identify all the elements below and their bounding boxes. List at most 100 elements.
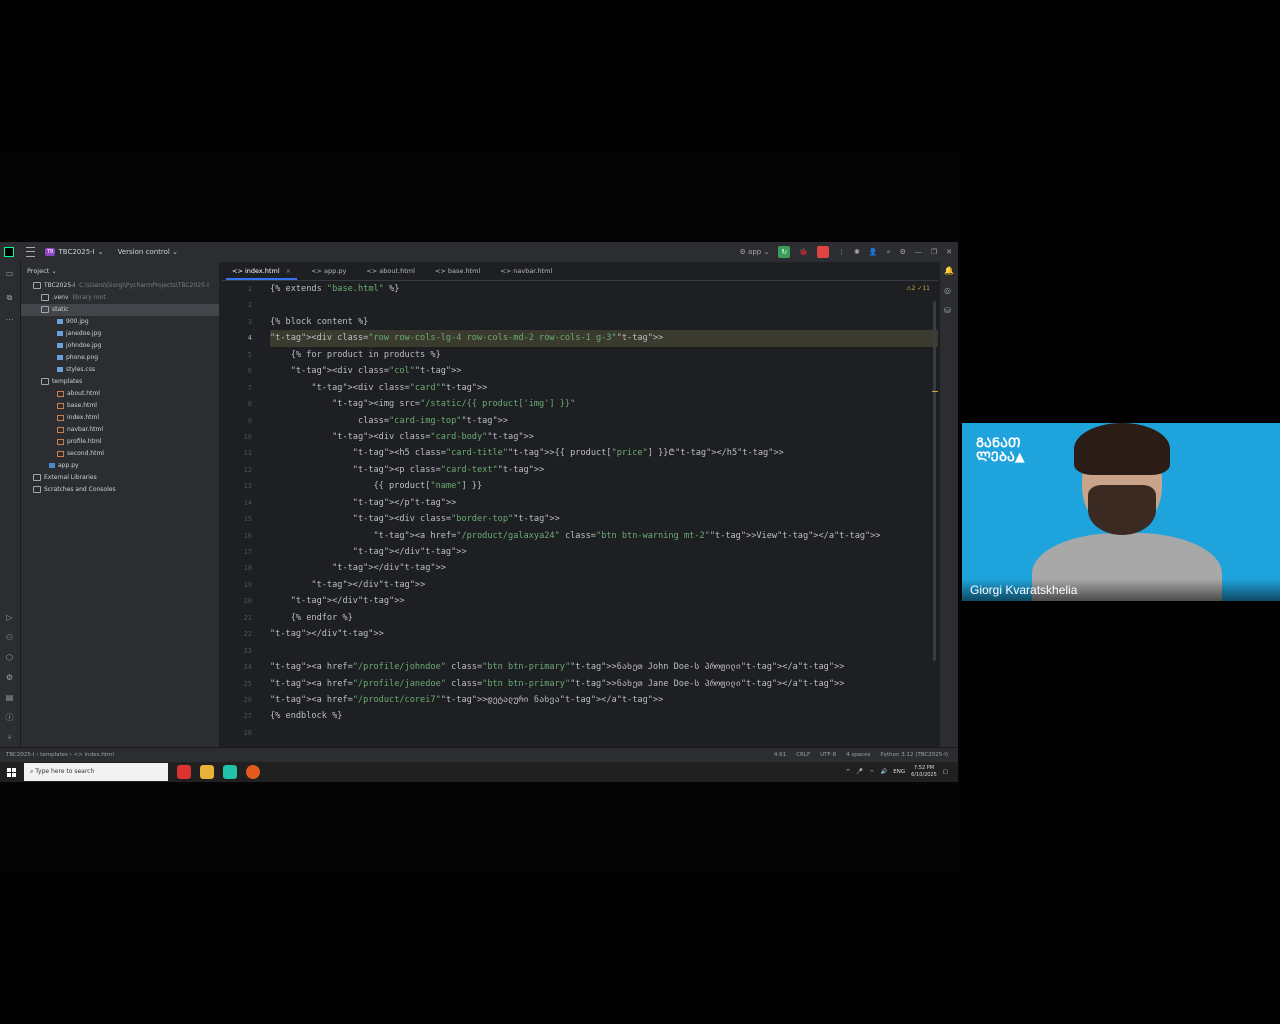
network-icon[interactable]: ⌔ [869, 769, 874, 776]
pycharm-taskbar-icon[interactable] [223, 765, 237, 779]
code-line[interactable]: {% endfor %} [270, 610, 938, 626]
code-line[interactable]: {% endblock %} [270, 708, 938, 724]
maximize-button[interactable]: ❐ [931, 248, 937, 256]
language-indicator[interactable]: ENG [893, 769, 905, 775]
code-line[interactable]: "t-tag"><a href="/product/corei7""t-tag"… [270, 692, 938, 708]
code-line[interactable]: "t-tag"></div"t-tag">> [270, 577, 938, 593]
taskbar-search-input[interactable]: ⌕ Type here to search [24, 763, 168, 781]
inspection-widget[interactable]: ⚠2 ✓11 [906, 285, 930, 292]
run-tool-icon[interactable]: ▷ [4, 612, 15, 623]
close-tab-icon[interactable]: × [286, 267, 291, 275]
code-line[interactable]: "t-tag"><a href="/product/galaxya24" cla… [270, 528, 938, 544]
code-line[interactable]: "t-tag"><p class="card-text""t-tag">> [270, 462, 938, 478]
code-line[interactable]: "t-tag"><div class="card-body""t-tag">> [270, 429, 938, 445]
project-panel-header[interactable]: Project ⌄ [21, 262, 219, 280]
code-line[interactable]: "t-tag"></div"t-tag">> [270, 544, 938, 560]
code-line[interactable]: "t-tag"><a href="/profile/johndoe" class… [270, 659, 938, 675]
windows-start-icon[interactable] [7, 767, 16, 777]
code-line[interactable]: "t-tag"></p"t-tag">> [270, 495, 938, 511]
rerun-button[interactable]: ↻ [778, 246, 791, 258]
more-icon[interactable]: ⋮ [838, 248, 845, 256]
firefox-icon[interactable] [246, 765, 260, 779]
volume-icon[interactable]: 🔊 [880, 769, 887, 775]
minimize-button[interactable]: — [915, 248, 922, 256]
tree-item[interactable]: templates [21, 376, 219, 388]
vivaldi-icon[interactable] [177, 765, 191, 779]
navigation-breadcrumb[interactable]: TBC2025-I › templates › <> index.html [6, 748, 114, 762]
tree-item[interactable]: TBC2025-I C:\Users\Giorgi\PycharmProjects… [21, 280, 219, 292]
python-interpreter[interactable]: Python 3.12 (TBC2025-I) [880, 748, 948, 762]
line-separator[interactable]: CRLF [796, 748, 810, 762]
file-explorer-icon[interactable] [200, 765, 214, 779]
database-icon[interactable]: ⛁ [944, 306, 951, 315]
tree-item[interactable]: phone.png [21, 352, 219, 364]
problems-icon[interactable]: ⓘ [4, 712, 15, 723]
code-line[interactable]: "t-tag"><div class="card""t-tag">> [270, 380, 938, 396]
tree-item[interactable]: styles.css [21, 364, 219, 376]
search-icon[interactable]: ⌕ [887, 248, 891, 257]
ai-assistant-icon[interactable]: ✺ [854, 248, 860, 256]
project-switcher[interactable]: TB TBC2025-I ⌄ [45, 248, 104, 256]
code-line[interactable]: "t-tag"></div"t-tag">> [270, 593, 938, 609]
tree-item[interactable]: 900.jpg [21, 316, 219, 328]
account-icon[interactable]: 👤 [869, 248, 878, 256]
code-line[interactable]: "t-tag"><div class="row row-cols-lg-4 ro… [270, 330, 938, 347]
tree-item[interactable]: johndoe.jpg [21, 340, 219, 352]
tree-item[interactable]: static [21, 304, 219, 316]
code-line[interactable]: "t-tag"><h5 class="card-title""t-tag">>{… [270, 445, 938, 461]
terminal-icon[interactable]: ▤ [4, 692, 15, 703]
code-line[interactable] [270, 643, 938, 659]
code-line[interactable]: "t-tag"><div class="col""t-tag">> [270, 363, 938, 379]
clock[interactable]: 7:52 PM 6/10/2025 [911, 765, 937, 779]
code-line[interactable] [270, 725, 938, 741]
editor-tab[interactable]: <> index.html × [222, 262, 301, 280]
code-line[interactable]: "t-tag"></div"t-tag">> [270, 626, 938, 642]
close-button[interactable]: ✕ [946, 248, 952, 256]
code-area[interactable]: {% extends "base.html" %} {% block conten… [270, 281, 938, 741]
tree-item[interactable]: profile.html [21, 436, 219, 448]
ai-chat-icon[interactable]: ◎ [944, 286, 951, 295]
indent-setting[interactable]: 4 spaces [846, 748, 870, 762]
tree-item[interactable]: second.html [21, 448, 219, 460]
tree-item[interactable]: Scratches and Consoles [21, 484, 219, 496]
file-encoding[interactable]: UTF-8 [820, 748, 836, 762]
packages-icon[interactable]: ⬡ [4, 652, 15, 663]
notifications-icon[interactable]: 🔔 [944, 266, 954, 275]
caret-position[interactable]: 4:61 [774, 748, 786, 762]
settings-icon[interactable]: ⚙ [900, 248, 906, 256]
project-tool-icon[interactable]: ▭ [4, 268, 15, 279]
editor-tab[interactable]: <> base.html [425, 262, 490, 280]
code-line[interactable] [270, 297, 938, 313]
code-line[interactable]: {{ product["name"] }} [270, 478, 938, 494]
code-line[interactable]: {% for product in products %} [270, 347, 938, 363]
code-line[interactable]: "t-tag"></div"t-tag">> [270, 560, 938, 576]
editor-tab[interactable]: <> about.html [356, 262, 425, 280]
tree-item[interactable]: base.html [21, 400, 219, 412]
vertical-scrollbar[interactable] [933, 301, 936, 661]
action-center-icon[interactable]: ▢ [943, 769, 948, 775]
bookmarks-icon[interactable]: ⧉ [4, 292, 15, 303]
debug-icon[interactable]: 🐞 [799, 248, 808, 256]
editor-tab[interactable]: <> app.py [301, 262, 356, 280]
run-config-selector[interactable]: ⚙ app ⌄ [740, 248, 770, 256]
git-icon[interactable]: ⑂ [4, 732, 15, 743]
tree-item[interactable]: index.html [21, 412, 219, 424]
editor-tab[interactable]: <> navbar.html [490, 262, 562, 280]
tree-item[interactable]: about.html [21, 388, 219, 400]
code-line[interactable]: class="card-img-top""t-tag">> [270, 413, 938, 429]
tree-item[interactable]: app.py [21, 460, 219, 472]
tray-chevron-icon[interactable]: ^ [846, 769, 851, 775]
tree-item[interactable]: .venv library root [21, 292, 219, 304]
code-line[interactable]: {% extends "base.html" %} [270, 281, 938, 297]
stop-button[interactable] [817, 246, 830, 258]
tree-item[interactable]: janedoe.jpg [21, 328, 219, 340]
tree-item[interactable]: navbar.html [21, 424, 219, 436]
version-control-menu[interactable]: Version control ⌄ [118, 248, 178, 256]
debug-tool-icon[interactable]: ⚙ [4, 672, 15, 683]
code-line[interactable]: "t-tag"><img src="/static/{{ product['im… [270, 396, 938, 412]
code-line[interactable]: "t-tag"><div class="border-top""t-tag">> [270, 511, 938, 527]
main-menu-icon[interactable] [26, 247, 35, 257]
more-tools-icon[interactable]: … [4, 312, 15, 323]
code-line[interactable]: {% block content %} [270, 314, 938, 330]
mic-icon[interactable]: 🎤 [856, 769, 863, 775]
